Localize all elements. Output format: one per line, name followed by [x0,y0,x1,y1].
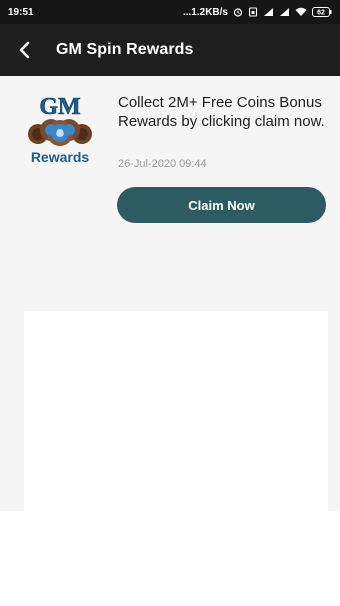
back-arrow-icon [19,41,30,59]
battery-level: 62 [317,10,325,17]
reward-card: GM Rewards Collect 2M+ Free Coins Bonus … [0,76,340,236]
reward-message: Collect 2M+ Free Coins Bonus Rewards by … [118,94,325,130]
logo-title: GM [39,94,80,120]
battery-icon: 62 [312,7,332,17]
status-bar: 19:51 ...1.2KB/s 62 [0,0,340,24]
network-speed: ...1.2KB/s [182,6,228,18]
logo-caption: Rewards [31,149,90,165]
status-time: 19:51 [8,6,34,18]
sim-icon [248,7,258,17]
gm-rewards-logo: GM Rewards [28,94,92,165]
page-title: GM Spin Rewards [56,41,194,58]
back-button[interactable] [0,24,48,76]
status-icons: ...1.2KB/s 62 [183,7,332,18]
reward-timestamp: 26-Jul-2020 09:44 [118,158,207,170]
signal-icon [279,7,290,17]
claim-now-button[interactable]: Claim Now [117,187,326,223]
alarm-icon [233,7,243,17]
coins-icon [28,119,92,146]
signal-icon [263,7,274,17]
app-bar: GM Spin Rewards [0,24,340,76]
ad-container [24,311,328,511]
bottom-area [0,511,340,606]
wifi-icon [295,7,307,17]
